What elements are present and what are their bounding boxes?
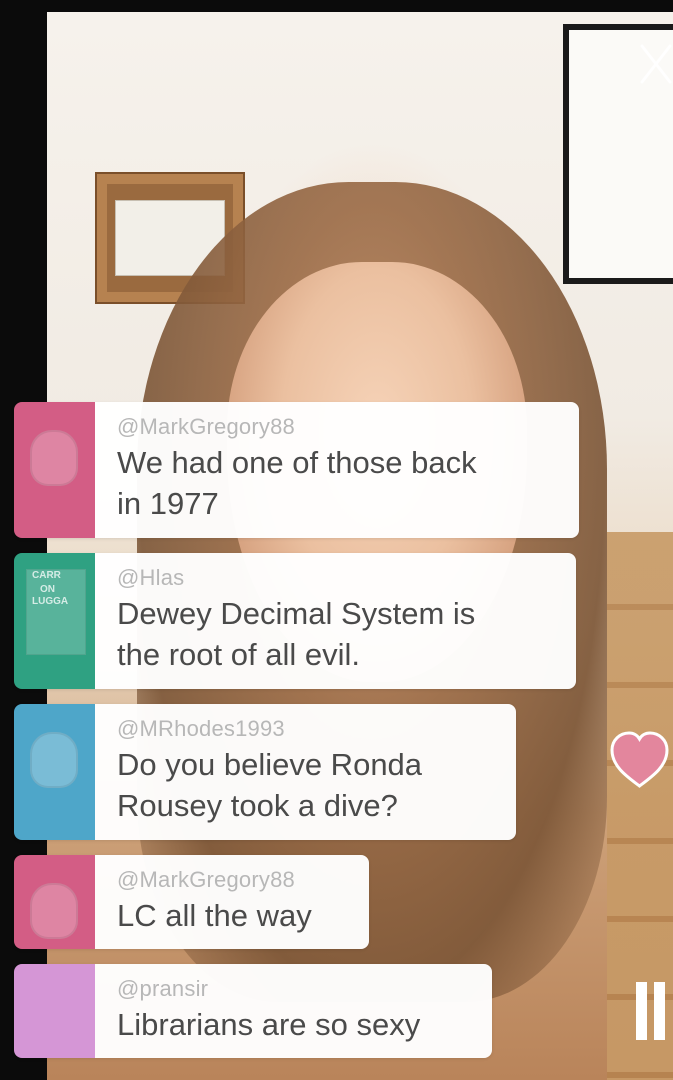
avatar-person-icon (30, 732, 78, 788)
comment-username: @Hlas (117, 565, 185, 590)
comment-item: @MRhodes1993 Do you believe Ronda Rousey… (14, 704, 516, 840)
avatar-text: CARR (32, 570, 61, 581)
comment-item: @pransir Librarians are so sexy (14, 964, 492, 1058)
comment-message: Do you believe Ronda Rousey took a dive? (117, 747, 423, 823)
user-avatar: CARR ON LUGGA (14, 553, 95, 689)
close-icon[interactable] (640, 40, 673, 88)
user-avatar (14, 964, 95, 1058)
comment-item: @MarkGregory88 We had one of those back … (14, 402, 579, 538)
comment-item: @MarkGregory88 LC all the way (14, 855, 369, 949)
avatar-text: ON (40, 584, 55, 595)
avatar-person-icon (30, 430, 78, 486)
comment-message: LC all the way (117, 898, 312, 933)
comment-username: @MarkGregory88 (117, 867, 295, 892)
comment-bubble: @MarkGregory88 LC all the way (95, 855, 369, 949)
heart-icon[interactable] (606, 728, 673, 790)
avatar-text: LUGGA (32, 596, 69, 607)
luggage-tag-icon (26, 569, 86, 655)
comment-username: @pransir (117, 976, 209, 1001)
user-avatar (14, 855, 95, 949)
comment-bubble: @pransir Librarians are so sexy (95, 964, 492, 1058)
live-stream-screen: @MarkGregory88 We had one of those back … (0, 0, 673, 1080)
comment-username: @MarkGregory88 (117, 414, 295, 439)
user-avatar (14, 402, 95, 538)
avatar-person-icon (30, 883, 78, 939)
comment-message: We had one of those back in 1977 (117, 445, 477, 521)
comment-message: Dewey Decimal System is the root of all … (117, 596, 476, 672)
comment-message: Librarians are so sexy (117, 1007, 421, 1042)
user-avatar (14, 704, 95, 840)
comment-item: CARR ON LUGGA @Hlas Dewey Decimal System… (14, 553, 576, 689)
comment-bubble: @MRhodes1993 Do you believe Ronda Rousey… (95, 704, 516, 840)
pause-icon[interactable] (636, 982, 673, 1040)
comment-username: @MRhodes1993 (117, 716, 285, 741)
comment-bubble: @Hlas Dewey Decimal System is the root o… (95, 553, 576, 689)
comment-bubble: @MarkGregory88 We had one of those back … (95, 402, 579, 538)
